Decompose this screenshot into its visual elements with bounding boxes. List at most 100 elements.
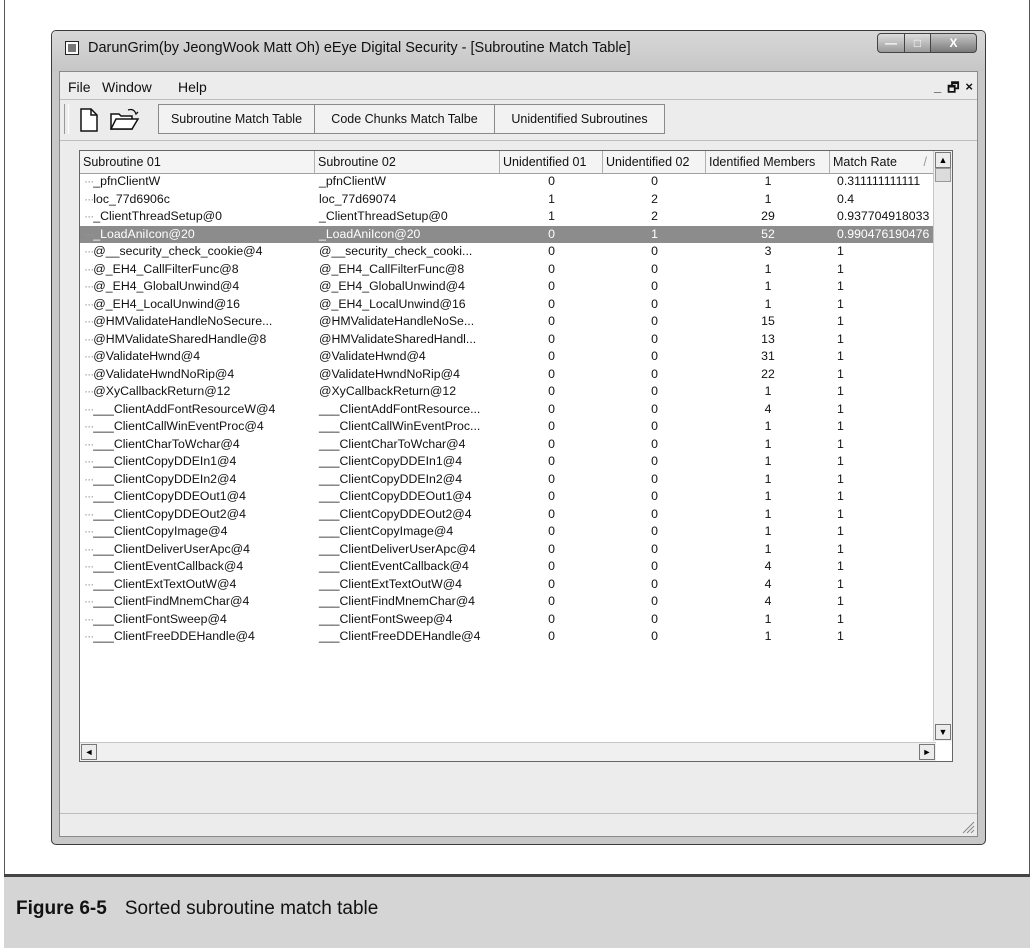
table-row[interactable]: ···loc_77d6906c loc_77d69074 1 2 1 0.4 bbox=[80, 191, 952, 209]
subroutine-match-table[interactable]: Subroutine 01 Subroutine 02 Unidentified… bbox=[79, 150, 953, 762]
cell-subroutine-01: ···@_EH4_LocalUnwind@16 bbox=[80, 296, 315, 314]
sort-indicator-icon: / bbox=[923, 155, 927, 169]
menu-help[interactable]: Help bbox=[178, 79, 207, 95]
table-row[interactable]: ···___ClientCharToWchar@4 ___ClientCharTo… bbox=[80, 436, 952, 454]
title-bar[interactable]: DarunGrim(by JeongWook Matt Oh) eEye Dig… bbox=[52, 31, 985, 71]
tree-connector: ··· bbox=[84, 401, 94, 416]
cell-unidentified-02: 0 bbox=[651, 506, 658, 521]
table-row[interactable]: ···___ClientCopyDDEOut2@4 ___ClientCopyDD… bbox=[80, 506, 952, 524]
cell-identified-members: 31 bbox=[761, 349, 775, 363]
table-row[interactable]: ···___ClientCallWinEventProc@4 ___ClientC… bbox=[80, 418, 952, 436]
cell-subroutine-02: @_EH4_CallFilterFunc@8 bbox=[319, 261, 465, 276]
vertical-scrollbar[interactable]: ▲ ▼ bbox=[933, 151, 952, 741]
header-subroutine-01[interactable]: Subroutine 01 bbox=[80, 151, 315, 173]
header-subroutine-02[interactable]: Subroutine 02 bbox=[315, 151, 500, 173]
subroutine-name: _ClientThreadSetup@0 bbox=[93, 209, 222, 223]
scroll-left-button[interactable]: ◄ bbox=[81, 744, 97, 760]
cell-subroutine-02: @_EH4_LocalUnwind@16 bbox=[319, 296, 466, 311]
header-unidentified-01[interactable]: Unidentified 01 bbox=[500, 151, 603, 173]
tree-connector: ··· bbox=[84, 594, 94, 608]
tree-connector: ··· bbox=[84, 174, 94, 188]
menu-file[interactable]: File bbox=[68, 79, 91, 95]
new-file-icon[interactable] bbox=[78, 108, 100, 132]
tree-connector: ··· bbox=[84, 576, 94, 591]
cell-unidentified-01: 0 bbox=[548, 419, 555, 433]
table-row[interactable]: ···___ClientCopyDDEOut1@4 ___ClientCopyDD… bbox=[80, 488, 952, 506]
table-row[interactable]: ···@XyCallbackReturn@12 @XyCallbackReturn… bbox=[80, 383, 952, 401]
table-row[interactable]: ···___ClientFreeDDEHandle@4 ___ClientFree… bbox=[80, 628, 952, 646]
subroutine-name: ___ClientCharToWchar@4 bbox=[93, 436, 240, 451]
table-row[interactable]: ···_ClientThreadSetup@0 _ClientThreadSetu… bbox=[80, 208, 952, 226]
scroll-thumb[interactable] bbox=[935, 168, 951, 182]
menu-file-label: File bbox=[68, 79, 91, 95]
header-match-rate[interactable]: Match Rate / bbox=[830, 151, 936, 173]
cell-identified-members: 15 bbox=[761, 314, 775, 328]
cell-identified-members: 1 bbox=[764, 384, 772, 398]
header-identified-members[interactable]: Identified Members bbox=[706, 151, 830, 173]
subroutine-match-table-button[interactable]: Subroutine Match Table bbox=[158, 104, 315, 134]
cell-subroutine-01: ···___ClientFontSweep@4 bbox=[80, 611, 315, 629]
table-row[interactable]: ···@__security_check_cookie@4 @__security… bbox=[80, 243, 952, 261]
table-row[interactable]: ···_LoadAniIcon@20 _LoadAniIcon@20 0 1 52 0.9… bbox=[80, 225, 952, 243]
mdi-close-button[interactable]: × bbox=[965, 79, 973, 101]
maximize-button[interactable]: □ bbox=[905, 33, 931, 53]
table-body: ···_pfnClientW _pfnClientW 0 0 1 0.3111111111… bbox=[80, 173, 952, 646]
cell-identified-members: 1 bbox=[764, 419, 772, 433]
cell-subroutine-01: ···@XyCallbackReturn@12 bbox=[80, 383, 315, 401]
menu-window[interactable]: Window bbox=[102, 79, 152, 95]
cell-unidentified-02: 0 bbox=[651, 559, 658, 573]
toolbar-grip[interactable] bbox=[64, 104, 69, 134]
table-row[interactable]: ···@_EH4_GlobalUnwind@4 @_EH4_GlobalUnwin… bbox=[80, 278, 952, 296]
scroll-right-button[interactable]: ► bbox=[919, 744, 935, 760]
table-row[interactable]: ···___ClientDeliverUserApc@4 ___ClientDel… bbox=[80, 541, 952, 559]
unidentified-subroutines-button[interactable]: Unidentified Subroutines bbox=[495, 104, 665, 134]
table-row[interactable]: ···___ClientAddFontResourceW@4 ___ClientA… bbox=[80, 401, 952, 419]
close-button[interactable]: X bbox=[931, 33, 977, 53]
mdi-minimize-button[interactable]: _ bbox=[934, 79, 941, 101]
table-row[interactable]: ···___ClientCopyImage@4 ___ClientCopyImag… bbox=[80, 523, 952, 541]
scroll-down-button[interactable]: ▼ bbox=[935, 724, 951, 740]
table-row[interactable]: ···@HMValidateHandleNoSecure... @HMValida… bbox=[80, 313, 952, 331]
table-row[interactable]: ···___ClientExtTextOutW@4 ___ClientExtTex… bbox=[80, 576, 952, 594]
cell-subroutine-01: ···___ClientCallWinEventProc@4 bbox=[80, 418, 315, 436]
open-folder-icon[interactable] bbox=[110, 108, 140, 132]
cell-subroutine-02: ___ClientDeliverUserApc@4 bbox=[319, 541, 476, 556]
subroutine-name: @HMValidateSharedHandle@8 bbox=[93, 331, 267, 346]
table-row[interactable]: ···___ClientEventCallback@4 ___ClientEven… bbox=[80, 558, 952, 576]
table-row[interactable]: ···___ClientFontSweep@4 ___ClientFontSwee… bbox=[80, 611, 952, 629]
cell-unidentified-02: 1 bbox=[651, 226, 658, 241]
cell-unidentified-01: 0 bbox=[548, 349, 555, 363]
cell-unidentified-02: 0 bbox=[651, 524, 658, 538]
cell-identified-members: 13 bbox=[761, 331, 775, 346]
tree-connector: ··· bbox=[84, 296, 94, 311]
header-unidentified-02[interactable]: Unidentified 02 bbox=[603, 151, 706, 173]
mdi-restore-button[interactable]: 🗗 bbox=[947, 79, 959, 101]
app-icon[interactable] bbox=[65, 41, 79, 55]
subroutine-name: ___ClientAddFontResourceW@4 bbox=[93, 401, 276, 416]
table-row[interactable]: ···_pfnClientW _pfnClientW 0 0 1 0.3111111111… bbox=[80, 173, 952, 191]
tree-connector: ··· bbox=[84, 244, 94, 258]
table-row[interactable]: ···___ClientCopyDDEIn1@4 ___ClientCopyDDE… bbox=[80, 453, 952, 471]
horizontal-scrollbar[interactable]: ◄ ► bbox=[80, 742, 936, 761]
subroutine-name: ___ClientCopyDDEOut2@4 bbox=[93, 506, 246, 521]
code-chunks-match-button[interactable]: Code Chunks Match Talbe bbox=[315, 104, 495, 134]
resize-grip-icon[interactable] bbox=[961, 820, 975, 834]
cell-unidentified-01: 0 bbox=[548, 489, 555, 503]
cell-unidentified-02: 0 bbox=[651, 401, 658, 416]
cell-unidentified-01: 0 bbox=[548, 384, 555, 398]
table-row[interactable]: ···@ValidateHwnd@4 @ValidateHwnd@4 0 0 31 1 bbox=[80, 348, 952, 366]
table-row[interactable]: ···@_EH4_CallFilterFunc@8 @_EH4_CallFilte… bbox=[80, 261, 952, 279]
table-row[interactable]: ···@_EH4_LocalUnwind@16 @_EH4_LocalUnwind… bbox=[80, 296, 952, 314]
table-row[interactable]: ···@HMValidateSharedHandle@8 @HMValidateS… bbox=[80, 331, 952, 349]
toolbar: Subroutine Match Table Code Chunks Match… bbox=[60, 99, 977, 141]
cell-subroutine-01: ···@HMValidateHandleNoSecure... bbox=[80, 313, 315, 331]
table-row[interactable]: ···___ClientCopyDDEIn2@4 ___ClientCopyDDE… bbox=[80, 471, 952, 489]
cell-identified-members: 1 bbox=[764, 629, 772, 643]
scroll-up-button[interactable]: ▲ bbox=[935, 152, 951, 168]
table-row[interactable]: ···@ValidateHwndNoRip@4 @ValidateHwndNoRi… bbox=[80, 366, 952, 384]
tree-connector: ··· bbox=[84, 541, 94, 556]
figure-number: Figure 6-5 bbox=[16, 898, 107, 919]
tree-connector: ··· bbox=[84, 419, 94, 433]
minimize-button[interactable]: — bbox=[877, 33, 905, 53]
table-row[interactable]: ···___ClientFindMnemChar@4 ___ClientFindM… bbox=[80, 593, 952, 611]
